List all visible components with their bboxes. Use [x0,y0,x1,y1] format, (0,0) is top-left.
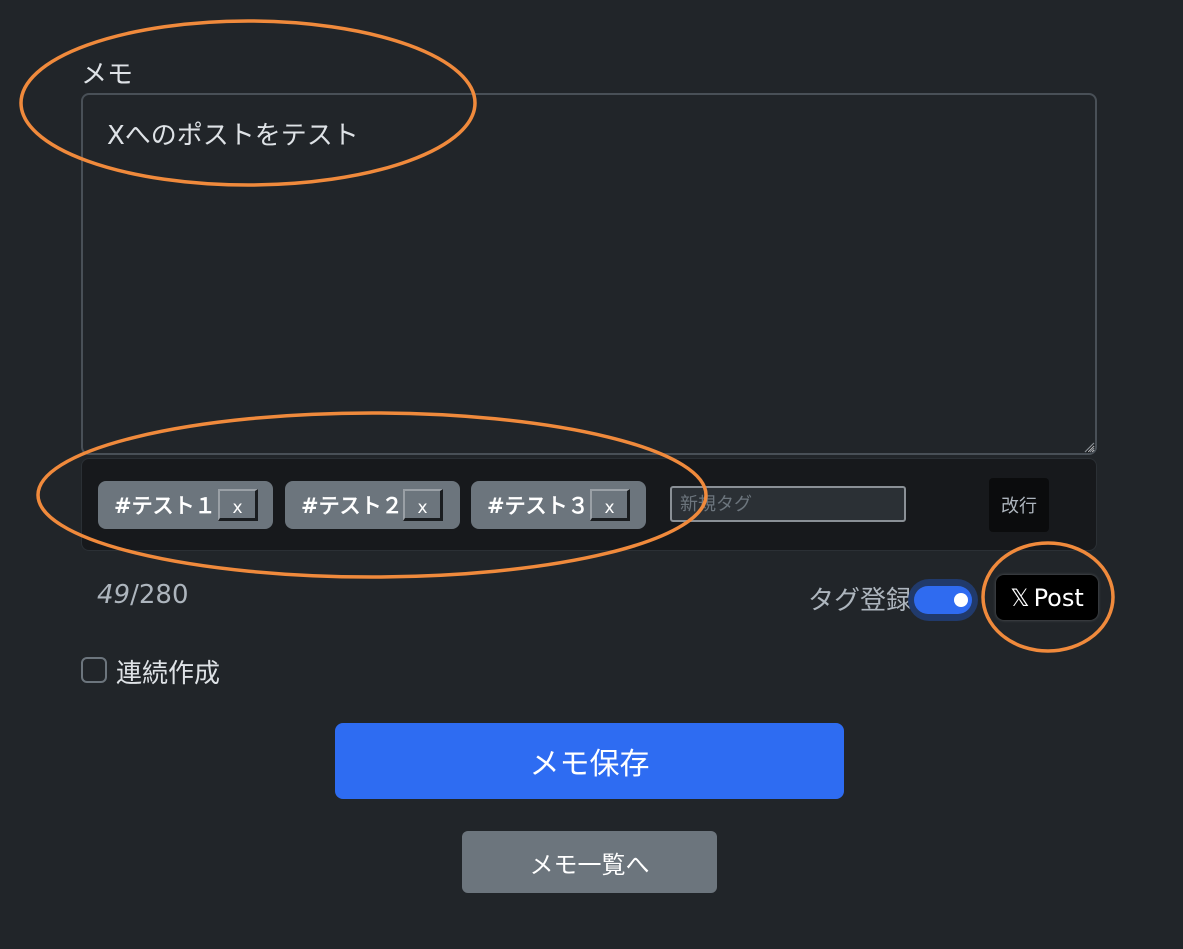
toggle-knob [954,593,968,607]
tag-remove-button[interactable]: x [590,489,630,521]
newline-button[interactable]: 改行 [989,478,1049,532]
x-post-button[interactable]: 𝕏 Post [996,575,1098,620]
tag-remove-button[interactable]: x [218,489,258,521]
tag-chip: #テスト１ x [98,481,273,529]
resize-grip-icon[interactable] [1083,441,1095,453]
tag-register-label: タグ登録 [808,586,913,616]
tag-chip: #テスト２ x [285,481,460,529]
memo-label: メモ [81,60,134,90]
character-counter: 49/280 [97,580,189,610]
tag-register-toggle[interactable] [908,579,978,621]
new-tag-input[interactable] [670,486,906,522]
tag-chip-label: #テスト１ [114,494,216,518]
tag-remove-button[interactable]: x [403,489,443,521]
memo-textarea[interactable]: Xへのポストをテスト [81,93,1097,455]
memo-list-button[interactable]: メモ一覧へ [462,831,717,893]
character-count-current: 49 [97,580,131,610]
continuous-create-checkbox[interactable] [81,657,107,683]
tag-chip: #テスト３ x [471,481,646,529]
x-post-label: Post [1033,583,1084,612]
x-logo-icon: 𝕏 [1010,583,1030,612]
toggle-track [914,586,972,614]
character-count-max: 280 [138,580,189,610]
character-count-separator: / [130,580,139,610]
tag-chip-label: #テスト３ [487,494,589,518]
save-memo-button[interactable]: メモ保存 [335,723,844,799]
continuous-create-label: 連続作成 [116,659,221,689]
tag-chip-label: #テスト２ [301,494,403,518]
